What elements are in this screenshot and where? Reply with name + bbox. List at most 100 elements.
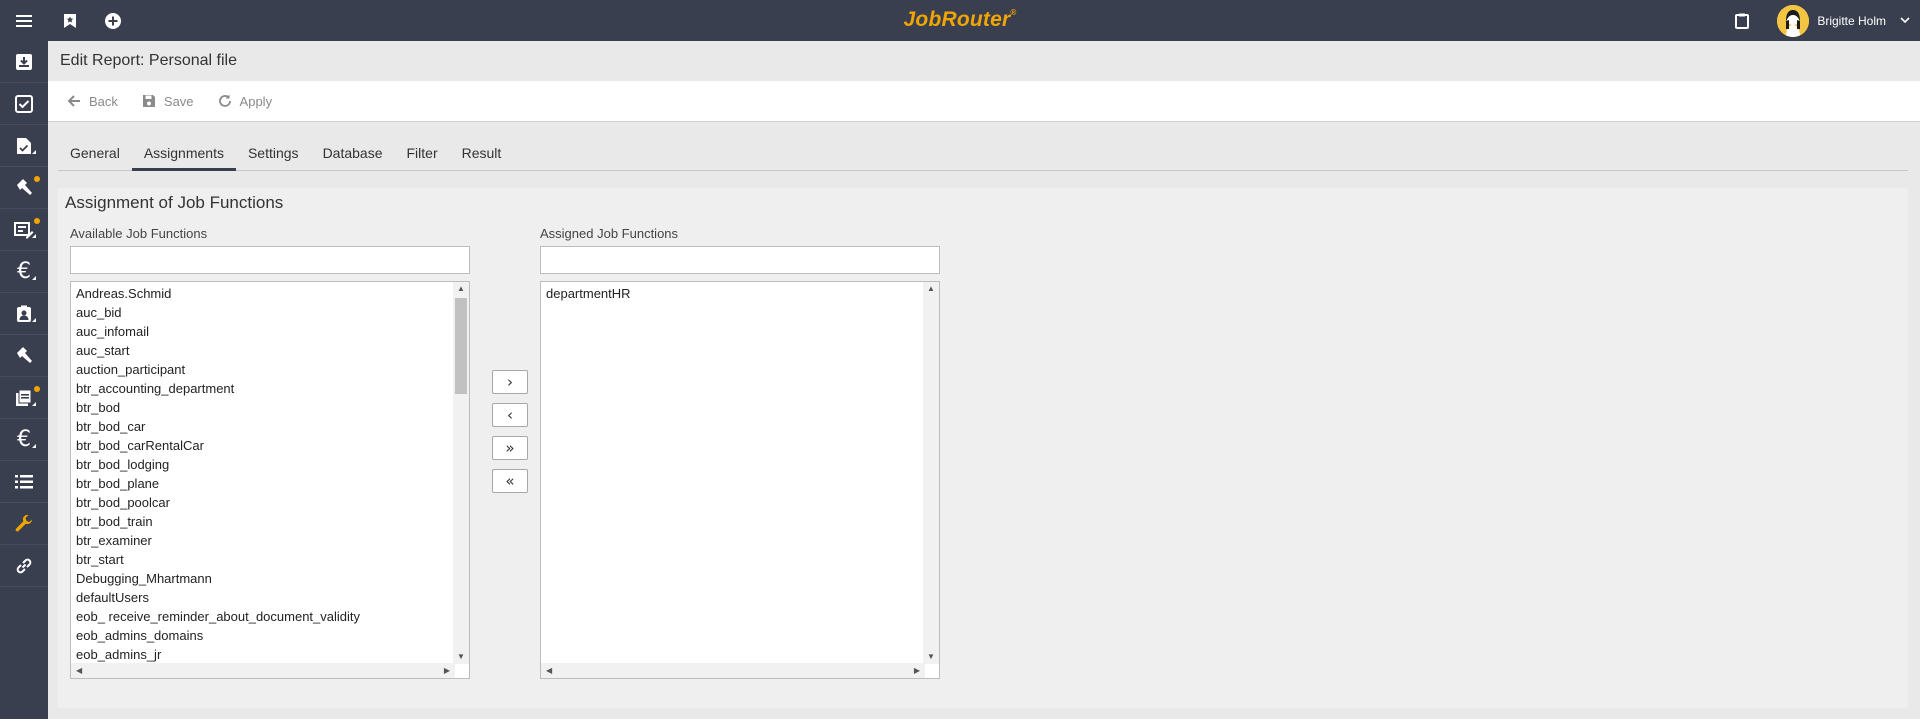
assigned-filter-input[interactable] — [540, 246, 940, 274]
save-icon — [142, 95, 155, 107]
tab-filter[interactable]: Filter — [395, 137, 450, 171]
list-item[interactable]: btr_bod_lodging — [76, 455, 469, 474]
list-item[interactable]: auc_infomail — [76, 322, 469, 341]
available-filter-input[interactable] — [70, 246, 470, 274]
horizontal-scrollbar[interactable]: ◀ ▶ — [71, 663, 455, 678]
apply-label: Apply — [239, 93, 273, 109]
list-item[interactable]: eob_admins_jr — [76, 645, 469, 664]
list-item[interactable]: btr_bod_carRentalCar — [76, 436, 469, 455]
scrollbar-thumb[interactable] — [455, 298, 467, 394]
tab-result[interactable]: Result — [450, 137, 514, 171]
list-item[interactable]: auc_bid — [76, 303, 469, 322]
list-item[interactable]: btr_examiner — [76, 531, 469, 550]
save-label: Save — [163, 93, 194, 109]
app-title: JobRouter — [903, 8, 1011, 31]
toolbar: Back Save Apply — [48, 81, 1920, 122]
back-button[interactable]: Back — [68, 94, 118, 109]
scroll-left-arrow-icon[interactable]: ◀ — [76, 667, 82, 675]
hammer-icon — [17, 346, 32, 363]
scroll-up-arrow-icon[interactable]: ▲ — [457, 285, 465, 293]
sidebar-item-documents[interactable] — [0, 125, 48, 167]
list-item[interactable]: Andreas.Schmid — [76, 284, 469, 303]
list-item[interactable]: btr_bod_car — [76, 417, 469, 436]
id-badge-icon — [17, 305, 31, 322]
scroll-down-arrow-icon[interactable]: ▼ — [457, 653, 465, 661]
sidebar-item-admin[interactable] — [0, 503, 48, 545]
list-item[interactable]: btr_bod_plane — [76, 474, 469, 493]
available-listbox[interactable]: Andreas.Schmid auc_bid auc_infomail auc_sta… — [70, 281, 470, 679]
tab-general[interactable]: General — [58, 137, 132, 171]
user-menu[interactable]: Brigitte Holm — [1777, 4, 1910, 37]
scroll-down-arrow-icon[interactable]: ▼ — [927, 653, 935, 661]
hammer-icon — [17, 178, 32, 195]
tab-assignments[interactable]: Assignments — [131, 137, 236, 171]
euro-icon: € — [17, 259, 31, 284]
tab-database[interactable]: Database — [311, 137, 395, 171]
sidebar-item-auction[interactable] — [0, 335, 48, 377]
list-item[interactable]: btr_start — [76, 550, 469, 569]
sidebar-item-files[interactable] — [0, 377, 48, 419]
scroll-right-arrow-icon[interactable]: ▶ — [444, 667, 450, 675]
list-item[interactable]: auc_start — [76, 341, 469, 360]
app-logo: JobRouter® — [0, 8, 1920, 32]
assignment-panel: Assignment of Job Functions Available Jo… — [58, 188, 1908, 708]
trademark: ® — [1010, 8, 1017, 17]
available-label: Available Job Functions — [70, 226, 208, 241]
notification-badge — [34, 176, 40, 182]
notification-badge — [34, 218, 40, 224]
move-right-button[interactable]: › — [492, 370, 528, 394]
panel-title: Assignment of Job Functions — [65, 193, 284, 212]
sidebar-item-list[interactable] — [0, 461, 48, 503]
inbox-icon — [16, 53, 32, 70]
available-list: Andreas.Schmid auc_bid auc_infomail auc_sta… — [71, 282, 469, 664]
sidebar-item-expenses[interactable]: € — [0, 419, 48, 461]
assigned-listbox[interactable]: departmentHR ▲ ▼ ◀ ▶ — [540, 281, 940, 679]
euro-icon: € — [17, 427, 31, 452]
assigned-list: departmentHR — [541, 282, 939, 303]
vertical-scrollbar[interactable]: ▲ ▼ — [923, 282, 939, 664]
notification-badge — [34, 386, 40, 392]
scroll-left-arrow-icon[interactable]: ◀ — [546, 667, 552, 675]
vertical-scrollbar[interactable]: ▲ ▼ — [453, 282, 469, 664]
list-item[interactable]: btr_bod_train — [76, 512, 469, 531]
avatar — [1777, 4, 1810, 37]
list-icon — [15, 474, 33, 488]
scroll-up-arrow-icon[interactable]: ▲ — [927, 285, 935, 293]
refresh-icon — [218, 94, 231, 107]
move-all-right-button[interactable]: » — [492, 436, 528, 460]
sidebar: € € — [0, 41, 48, 719]
list-item[interactable]: departmentHR — [546, 284, 939, 303]
list-item[interactable]: eob_admins_domains — [76, 626, 469, 645]
chevron-down-icon — [1900, 17, 1910, 24]
list-item[interactable]: btr_accounting_department — [76, 379, 469, 398]
scroll-right-arrow-icon[interactable]: ▶ — [914, 667, 920, 675]
sidebar-item-tools[interactable] — [0, 167, 48, 209]
sidebar-item-forms[interactable] — [0, 209, 48, 251]
wrench-icon — [15, 514, 33, 531]
move-left-button[interactable]: ‹ — [492, 403, 528, 427]
task-check-icon — [15, 94, 33, 113]
list-item[interactable]: defaultUsers — [76, 588, 469, 607]
list-item[interactable]: btr_bod — [76, 398, 469, 417]
link-icon — [16, 558, 32, 573]
tab-settings[interactable]: Settings — [236, 137, 311, 171]
sidebar-item-tasks[interactable] — [0, 83, 48, 125]
move-all-left-button[interactable]: « — [492, 469, 528, 493]
horizontal-scrollbar[interactable]: ◀ ▶ — [541, 663, 925, 678]
sidebar-item-inbox[interactable] — [0, 41, 48, 83]
main-content: Edit Report: Personal file Back Save App… — [48, 41, 1920, 719]
list-item[interactable]: btr_bod_poolcar — [76, 493, 469, 512]
list-item[interactable]: Debugging_Mhartmann — [76, 569, 469, 588]
page-title: Edit Report: Personal file — [60, 52, 237, 69]
tab-bar: General Assignments Settings Database Fi… — [58, 137, 1908, 171]
clipboard-icon[interactable] — [1722, 0, 1762, 41]
sidebar-item-personnel[interactable] — [0, 293, 48, 335]
list-item[interactable]: eob_ receive_reminder_about_document_val… — [76, 607, 469, 626]
assigned-label: Assigned Job Functions — [540, 226, 679, 241]
form-edit-icon — [14, 221, 34, 238]
save-button[interactable]: Save — [142, 94, 194, 109]
list-item[interactable]: auction_participant — [76, 360, 469, 379]
apply-button[interactable]: Apply — [218, 93, 273, 109]
sidebar-item-links[interactable] — [0, 545, 48, 587]
sidebar-item-finance[interactable]: € — [0, 251, 48, 293]
